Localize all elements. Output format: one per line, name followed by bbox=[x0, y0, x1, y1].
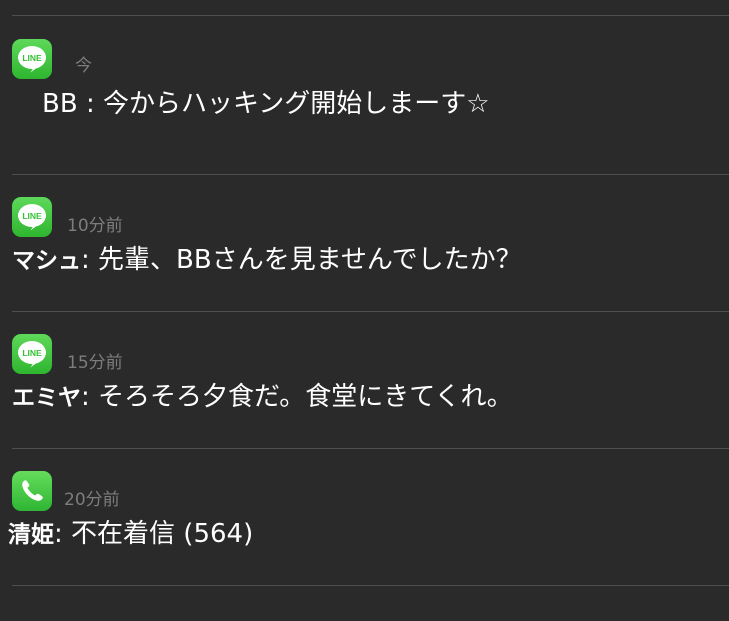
notification-time: 15分前 bbox=[67, 353, 123, 373]
notification-line: マシュ: 先輩、BBさんを見ませんでしたか？ bbox=[12, 239, 522, 276]
notification-time: 今 bbox=[75, 56, 92, 76]
message-text: 不在着信 (564) bbox=[71, 519, 254, 549]
sender-separator: : bbox=[54, 519, 72, 549]
svg-text:LINE: LINE bbox=[22, 211, 42, 221]
svg-text:LINE: LINE bbox=[22, 348, 42, 358]
sender-name: BB bbox=[42, 89, 78, 119]
sender-separator: : bbox=[77, 89, 103, 119]
sender-separator: : bbox=[81, 382, 99, 412]
phone-app-icon bbox=[12, 471, 52, 511]
notification-item-mashu[interactable]: LINE 10分前 マシュ: 先輩、BBさんを見ませんでしたか？ bbox=[0, 175, 729, 311]
sender-name: マシュ bbox=[12, 248, 81, 274]
notification-time: 20分前 bbox=[64, 490, 120, 510]
divider bbox=[12, 585, 729, 586]
message-text: そろそろ夕食だ。食堂にきてくれ。 bbox=[98, 382, 513, 412]
notification-line: 清姫: 不在着信 (564) bbox=[8, 513, 253, 550]
notification-line: BB : 今からハッキング開始しまーす☆ bbox=[42, 83, 490, 120]
notification-time: 10分前 bbox=[67, 216, 123, 236]
sender-separator: : bbox=[81, 245, 99, 275]
notification-item-emiya[interactable]: LINE 15分前 エミヤ: そろそろ夕食だ。食堂にきてくれ。 bbox=[0, 312, 729, 448]
line-app-icon: LINE bbox=[12, 197, 52, 237]
notification-list: LINE 今 BB : 今からハッキング開始しまーす☆ LINE 10分前 マシ… bbox=[0, 0, 729, 621]
svg-text:LINE: LINE bbox=[22, 53, 42, 63]
line-app-icon: LINE bbox=[12, 334, 52, 374]
message-text: 先輩、BBさんを見ませんでしたか？ bbox=[98, 245, 522, 275]
notification-line: エミヤ: そろそろ夕食だ。食堂にきてくれ。 bbox=[12, 376, 513, 413]
notification-item-kiyohime[interactable]: 20分前 清姫: 不在着信 (564) bbox=[0, 449, 729, 585]
notification-item-bb[interactable]: LINE 今 BB : 今からハッキング開始しまーす☆ bbox=[0, 16, 729, 174]
message-text: 今からハッキング開始しまーす☆ bbox=[102, 89, 490, 119]
sender-name: エミヤ bbox=[12, 385, 81, 411]
sender-name: 清姫 bbox=[8, 522, 54, 548]
line-app-icon: LINE bbox=[12, 39, 52, 79]
